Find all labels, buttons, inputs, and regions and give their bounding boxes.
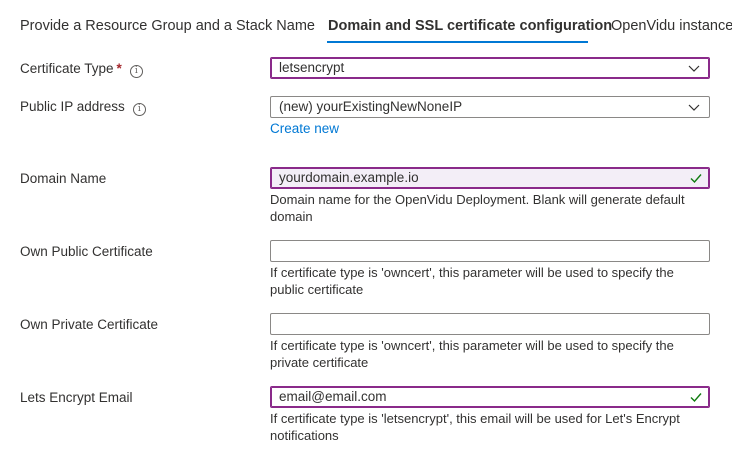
tab-domain-ssl[interactable]: Domain and SSL certificate configuration bbox=[328, 18, 612, 34]
create-new-link[interactable]: Create new bbox=[270, 121, 339, 136]
own-public-certificate-help: If certificate type is 'owncert', this p… bbox=[270, 265, 674, 297]
checkmark-icon bbox=[690, 174, 702, 184]
chevron-down-icon bbox=[688, 104, 700, 111]
active-tab-indicator bbox=[327, 41, 588, 43]
lets-encrypt-email-value: email@email.com bbox=[279, 389, 387, 404]
domain-name-help: Domain name for the OpenVidu Deployment.… bbox=[270, 192, 685, 224]
public-ip-label: Public IP address i bbox=[20, 99, 146, 116]
public-ip-dropdown[interactable]: (new) yourExistingNewNoneIP bbox=[270, 96, 710, 118]
lets-encrypt-email-help: If certificate type is 'letsencrypt', th… bbox=[270, 411, 680, 443]
certificate-type-dropdown[interactable]: letsencrypt bbox=[270, 57, 710, 79]
domain-name-input[interactable]: yourdomain.example.io bbox=[270, 167, 710, 189]
info-icon[interactable]: i bbox=[132, 103, 146, 116]
own-private-certificate-help: If certificate type is 'owncert', this p… bbox=[270, 338, 674, 370]
tab-resource-group[interactable]: Provide a Resource Group and a Stack Nam… bbox=[20, 18, 315, 34]
wizard-tabs: Provide a Resource Group and a Stack Nam… bbox=[0, 0, 732, 50]
chevron-down-icon bbox=[688, 65, 700, 72]
required-marker: * bbox=[116, 61, 122, 76]
own-public-certificate-label: Own Public Certificate bbox=[20, 244, 153, 259]
own-private-certificate-label: Own Private Certificate bbox=[20, 317, 159, 332]
certificate-type-label: Certificate Type * i bbox=[20, 61, 143, 78]
own-private-certificate-input[interactable] bbox=[270, 313, 710, 335]
certificate-type-label-text: Certificate Type bbox=[20, 61, 114, 76]
domain-name-label: Domain Name bbox=[20, 171, 107, 186]
lets-encrypt-email-label: Lets Encrypt Email bbox=[20, 390, 133, 405]
domain-name-value: yourdomain.example.io bbox=[279, 170, 419, 185]
public-ip-label-text: Public IP address bbox=[20, 99, 125, 114]
checkmark-icon bbox=[690, 393, 702, 403]
tab-openvidu-instance[interactable]: OpenVidu instance bbox=[611, 18, 732, 34]
lets-encrypt-email-input[interactable]: email@email.com bbox=[270, 386, 710, 408]
certificate-type-value: letsencrypt bbox=[279, 60, 345, 75]
own-public-certificate-input[interactable] bbox=[270, 240, 710, 262]
info-icon[interactable]: i bbox=[129, 65, 143, 78]
public-ip-value: (new) yourExistingNewNoneIP bbox=[279, 99, 463, 114]
